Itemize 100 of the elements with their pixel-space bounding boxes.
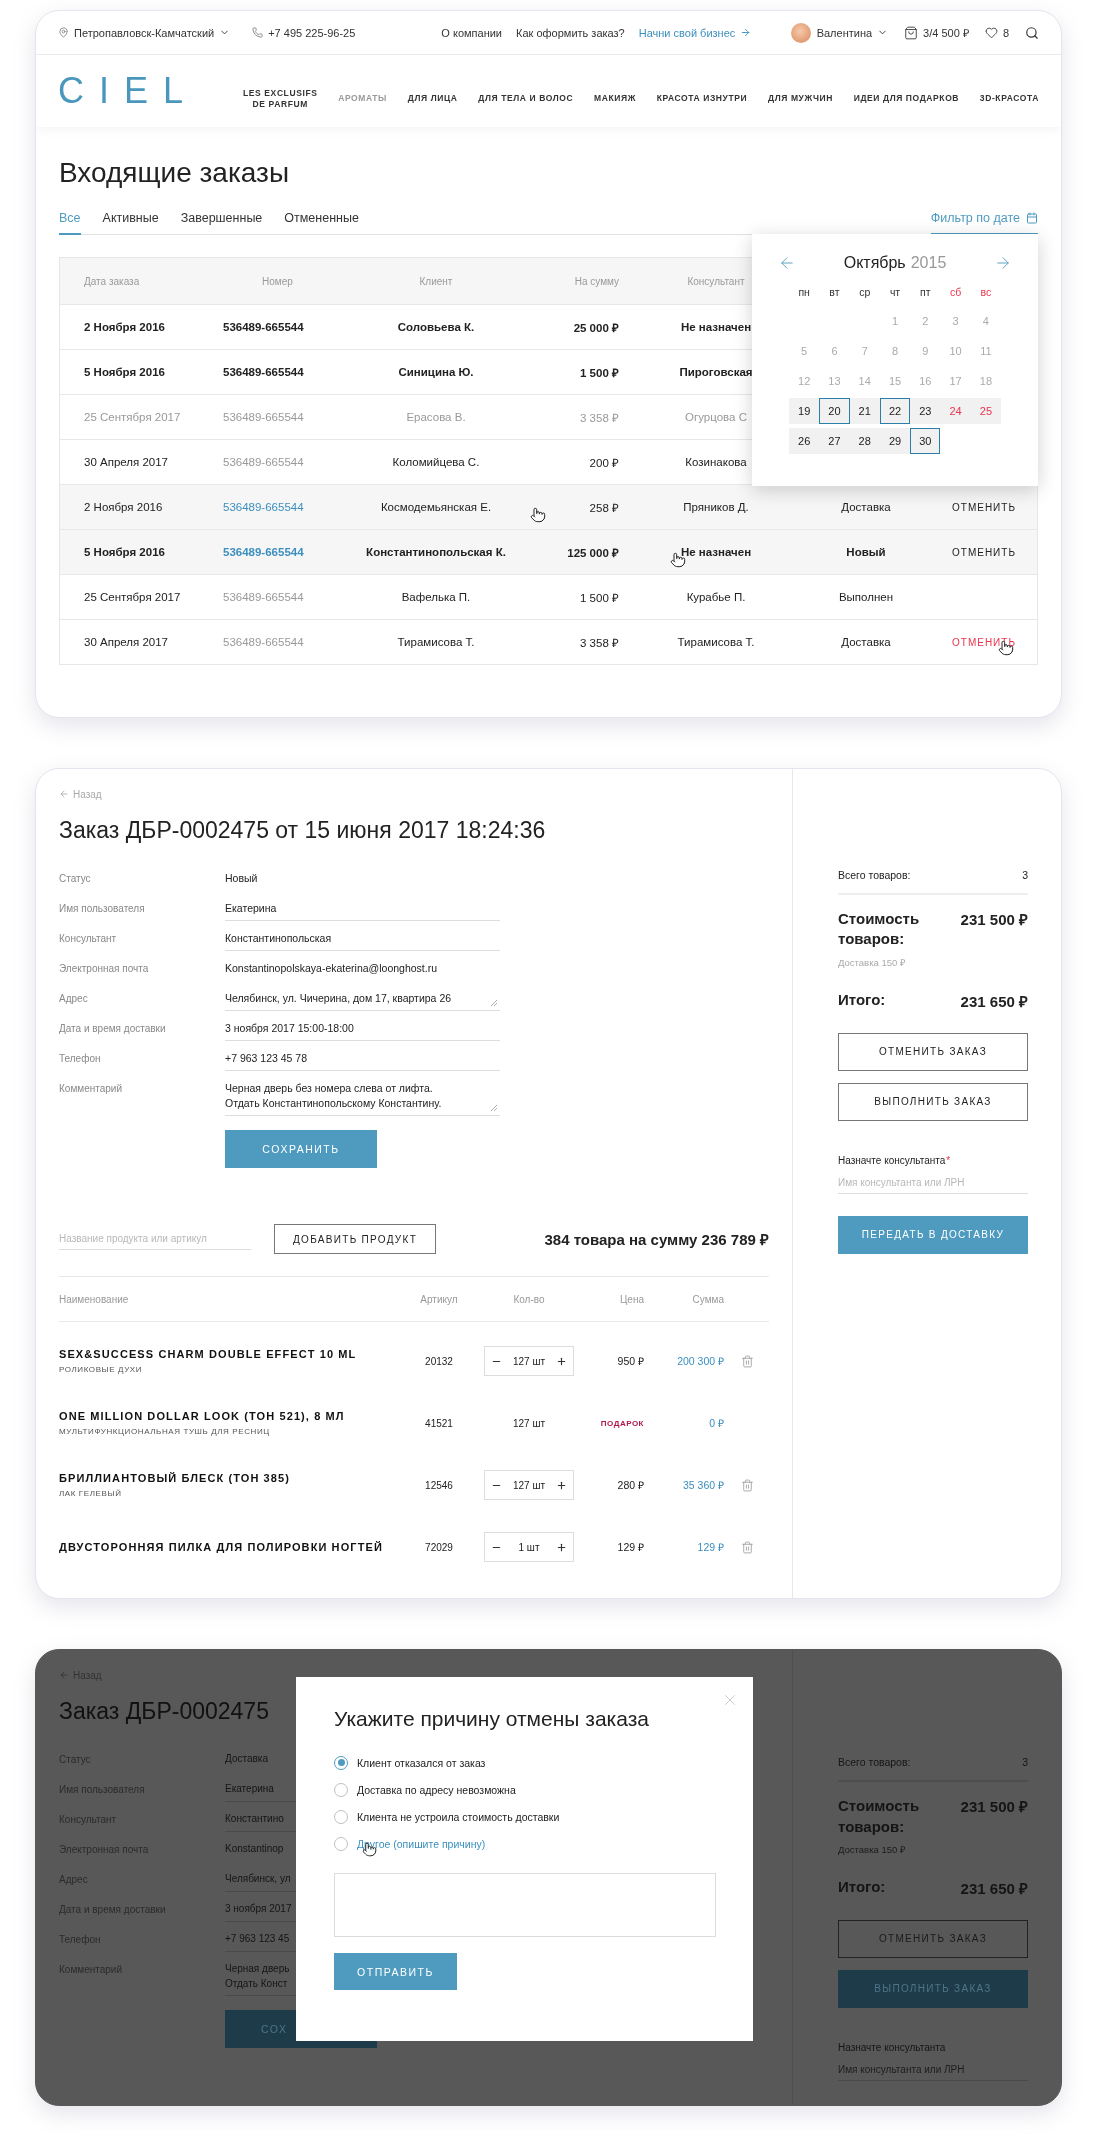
- cancel-link[interactable]: ОТМЕНИТЬ: [952, 636, 1016, 648]
- search-button[interactable]: [1025, 25, 1039, 40]
- table-row[interactable]: 2 Ноября 2016 536489-665544 Космодемьянская Е. 258 ₽ Пряников Д. Доставка ОТМЕНИТЬ: [60, 484, 1037, 529]
- weekday-label: вт: [828, 286, 841, 298]
- text-area[interactable]: Челябинск, ул. Чичерина, дом 17, квартира 26: [225, 988, 500, 1012]
- product-article: 72029: [424, 1541, 454, 1553]
- summary-value: 231 500 ₽: [960, 1797, 1028, 1817]
- table-cell-text: 3 358 ₽: [579, 635, 620, 650]
- reason-option[interactable]: Клиента не устроила стоимость доставки: [334, 1803, 717, 1831]
- filter-tab[interactable]: Отмененные: [284, 211, 359, 235]
- reason-option[interactable]: Доставка по адресу невозможна: [334, 1776, 717, 1804]
- increase-button[interactable]: [556, 1541, 567, 1553]
- delete-button[interactable]: [741, 1354, 754, 1368]
- column-header: Цена: [618, 1293, 644, 1305]
- quantity-stepper[interactable]: 127 шт: [484, 1470, 574, 1501]
- table-cell-text: 1 500 ₽: [579, 365, 620, 380]
- calendar-icon: [1026, 212, 1038, 224]
- table-cell-text: Не назначен: [679, 546, 753, 558]
- column-header: Номер: [261, 275, 294, 287]
- resize-grip-icon: [490, 999, 498, 1008]
- weekday-label: чт: [888, 286, 902, 298]
- weekday-label: пн: [797, 286, 811, 298]
- delete-button[interactable]: [741, 1478, 754, 1492]
- trash-icon: [741, 1540, 754, 1554]
- increase-button[interactable]: [556, 1479, 567, 1491]
- nav-item[interactable]: 3D-КРАСОТА: [979, 93, 1039, 105]
- shopping-bag-icon: [904, 25, 919, 40]
- previous-month-button[interactable]: [778, 254, 796, 272]
- header-link[interactable]: О компании: [441, 26, 502, 39]
- column-header: Наименование: [59, 1293, 130, 1305]
- nav-item[interactable]: ДЛЯ МУЖЧИН: [768, 93, 833, 105]
- field-label: Адрес: [59, 992, 89, 1004]
- input-field[interactable]: +7 963 123 45 78: [225, 1048, 500, 1072]
- order-action-button[interactable]: ВЫПОЛНИТЬ ЗАКАЗ: [838, 1082, 1028, 1121]
- filter-tab[interactable]: Завершенные: [180, 211, 263, 235]
- text-area[interactable]: Черная дверь без номера слева от лифта. Отдать Константинопольскому Константину.: [225, 1078, 500, 1117]
- nav-item[interactable]: ДЛЯ ЛИЦА: [407, 93, 458, 105]
- delete-button[interactable]: [741, 1540, 754, 1554]
- reason-option[interactable]: Другое (опишите причину): [334, 1830, 717, 1858]
- column-header: Артикул: [419, 1293, 459, 1305]
- phone-icon: [252, 27, 264, 38]
- cancel-link[interactable]: ОТМЕНИТЬ: [952, 501, 1016, 513]
- order-action-button[interactable]: ОТМЕНИТЬ ЗАКАЗ: [838, 1032, 1028, 1071]
- product-name: ONE MILLION DOLLAR LOOK (ТОН 521), 8 МЛ: [59, 1410, 346, 1423]
- nav-item[interactable]: МАКИЯЖ: [594, 93, 636, 105]
- next-month-button[interactable]: [994, 254, 1012, 272]
- calendar-day[interactable]: 21: [849, 398, 880, 424]
- input-field[interactable]: Екатерина: [225, 898, 500, 922]
- header-link[interactable]: Как оформить заказ?: [516, 26, 625, 39]
- product-price: 280 ₽: [616, 1478, 644, 1493]
- gift-label: ПОДАРОК: [599, 1418, 644, 1428]
- input-field[interactable]: 3 ноября 2017 15:00-18:00: [225, 1018, 500, 1042]
- header-link[interactable]: Начни свой бизнес: [638, 26, 752, 39]
- favorites-button[interactable]: 8: [984, 26, 1009, 39]
- summary-label: Итого:: [838, 990, 886, 1008]
- trash-icon: [741, 1354, 754, 1368]
- column-header: Кол-во: [512, 1293, 546, 1305]
- table-row[interactable]: 5 Ноября 2016 536489-665544 Константинопольская К. 125 000 ₽ Не назначен Новый ОТМЕНИТЬ: [60, 529, 1037, 574]
- calendar-day[interactable]: 22: [879, 398, 911, 424]
- order-number[interactable]: 536489-665544: [210, 321, 351, 333]
- product-sum: 129 ₽: [696, 1540, 724, 1555]
- cancel-link[interactable]: ОТМЕНИТЬ: [952, 546, 1016, 558]
- calendar-day[interactable]: 19: [789, 398, 820, 424]
- input-field[interactable]: Константинопольская: [225, 928, 500, 952]
- reason-option[interactable]: Клиент отказался от заказ: [334, 1749, 717, 1777]
- summary-label: Стоимость товаров:: [838, 1796, 921, 1837]
- product-search-field[interactable]: Название продукта или артикул: [59, 1228, 251, 1251]
- summary-value: 231 650 ₽: [960, 991, 1028, 1011]
- nav-item[interactable]: КРАСОТА ИЗНУТРИ: [656, 93, 748, 105]
- city-selector[interactable]: Петропавловск-Камчатский: [58, 26, 231, 39]
- table-cell-text: Огурцова С: [684, 411, 748, 423]
- product-name: БРИЛЛИАНТОВЫЙ БЛЕСК (ТОН 385): [59, 1472, 292, 1485]
- cart-button[interactable]: 3/4 500 ₽: [904, 25, 969, 40]
- quantity-stepper[interactable]: 127 шт: [484, 1346, 574, 1377]
- field-value: Новый: [225, 871, 259, 886]
- calendar-day[interactable]: 23: [910, 398, 941, 424]
- weekday-label: вс: [979, 286, 993, 298]
- page-title: Входящие заказы: [59, 157, 291, 189]
- phone-link[interactable]: +7 495 225-96-25: [252, 26, 356, 39]
- product-article: 20132: [424, 1355, 454, 1367]
- reason-text-area[interactable]: [334, 1873, 716, 1938]
- calendar-day[interactable]: 25: [970, 398, 1002, 424]
- quantity-stepper[interactable]: 1 шт: [484, 1532, 574, 1563]
- heart-icon: [984, 26, 998, 39]
- nav-item[interactable]: ДЛЯ ТЕЛА И ВОЛОС: [478, 93, 574, 105]
- filter-tab[interactable]: Активные: [102, 211, 159, 235]
- product-article: 12546: [424, 1479, 454, 1491]
- nav-item[interactable]: ИДЕИ ДЛЯ ПОДАРКОВ: [853, 93, 960, 105]
- calendar-day[interactable]: 24: [940, 398, 971, 424]
- add-product-button[interactable]: ДОБАВИТЬ ПРОДУКТ: [274, 1224, 437, 1255]
- order-number[interactable]: 536489-665544: [210, 366, 351, 378]
- calendar-day[interactable]: 30: [910, 428, 941, 454]
- table-cell-text: Новый: [845, 546, 887, 558]
- arrow-right-icon: [740, 27, 752, 38]
- table-cell-text: 25 Сентября 2017: [83, 591, 182, 603]
- nav-item[interactable]: LES EXCLUSIFS DE PARFUM: [243, 87, 318, 111]
- trash-icon: [741, 1478, 754, 1492]
- increase-button[interactable]: [556, 1355, 567, 1367]
- user-menu[interactable]: Валентина: [816, 26, 889, 39]
- calendar-day[interactable]: 20: [819, 398, 850, 424]
